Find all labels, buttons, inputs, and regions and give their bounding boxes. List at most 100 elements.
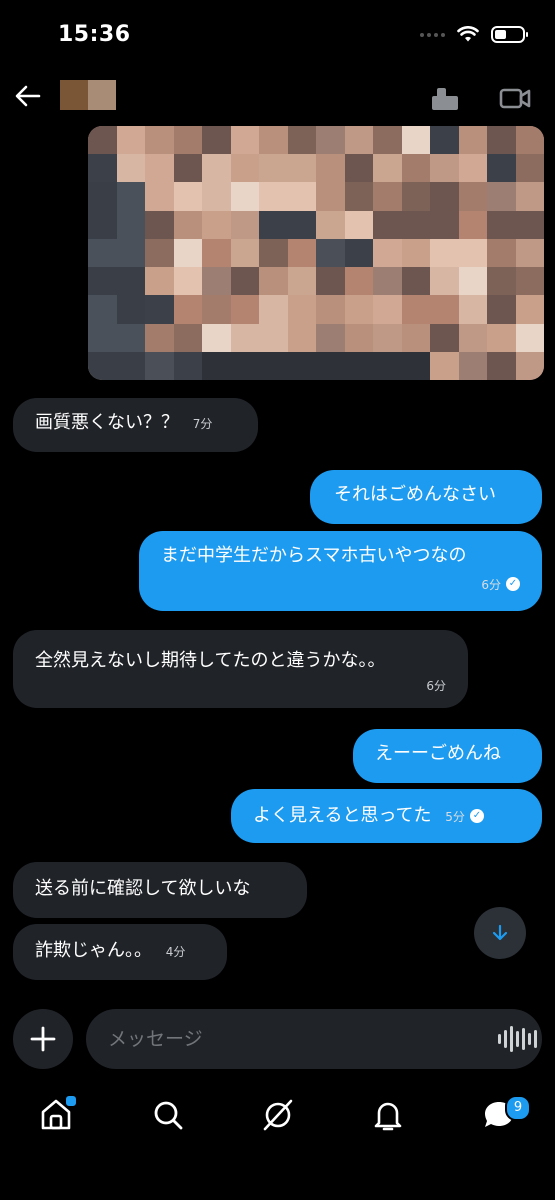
image-pixel: [401, 154, 430, 183]
image-pixel: [458, 154, 487, 183]
image-pixel: [88, 323, 117, 352]
plus-icon: [30, 1026, 56, 1052]
image-pixel: [515, 154, 544, 183]
image-pixel: [116, 210, 145, 239]
image-pixel: [259, 323, 288, 352]
message-time: 6分: [481, 578, 501, 592]
image-pixel: [316, 210, 345, 239]
image-pixel: [287, 351, 316, 380]
image-pixel: [259, 238, 288, 268]
image-pixel: [344, 210, 373, 239]
image-pixel: [487, 238, 516, 268]
image-pixel: [487, 154, 516, 183]
image-pixel: [487, 351, 516, 380]
image-pixel: [116, 267, 145, 296]
message-bubble-in[interactable]: 送る前に確認して欲しいな: [13, 862, 307, 918]
image-pixel: [401, 323, 430, 352]
image-pixel: [430, 182, 459, 211]
image-pixel: [430, 351, 459, 380]
image-pixel: [515, 210, 544, 239]
image-pixel: [458, 351, 487, 380]
image-pixel: [458, 295, 487, 324]
voice-call-icon[interactable]: [428, 84, 462, 112]
message-bubble-in[interactable]: 画質悪くない？？ 7分: [13, 398, 258, 452]
image-pixel: [202, 154, 231, 183]
avatar[interactable]: [60, 80, 116, 110]
message-bubble-in[interactable]: 詐欺じゃん。。 4分: [13, 924, 227, 980]
grok-icon[interactable]: [260, 1097, 296, 1133]
image-pixel: [202, 210, 231, 239]
image-pixel: [373, 267, 402, 296]
image-pixel: [344, 323, 373, 352]
message-bubble-in[interactable]: 全然見えないし期待してたのと違うかな。。 6分: [13, 630, 468, 708]
image-pixel: [344, 238, 373, 268]
image-pixel: [287, 126, 316, 155]
image-pixel: [202, 126, 231, 155]
image-pixel: [88, 351, 117, 380]
attached-image[interactable]: [88, 126, 544, 380]
image-pixel: [230, 238, 259, 268]
message-bubble-out[interactable]: まだ中学生だからスマホ古いやつなの 6分 ✓: [139, 531, 542, 611]
message-bubble-out[interactable]: えーーごめんね: [353, 729, 542, 783]
notifications-icon[interactable]: [370, 1097, 406, 1133]
image-pixel: [344, 351, 373, 380]
image-pixel: [230, 126, 259, 155]
image-pixel: [401, 267, 430, 296]
image-pixel: [230, 210, 259, 239]
image-pixel: [88, 154, 117, 183]
message-text: 詐欺じゃん。。: [35, 940, 152, 961]
message-time: 7分: [192, 417, 213, 431]
image-pixel: [259, 210, 288, 239]
image-pixel: [259, 182, 288, 211]
message-input[interactable]: [86, 1009, 542, 1069]
image-pixel: [430, 126, 459, 155]
image-pixel: [487, 295, 516, 324]
image-pixel: [287, 182, 316, 211]
image-pixel: [173, 323, 202, 352]
image-pixel: [430, 323, 459, 352]
image-pixel: [202, 182, 231, 211]
wifi-icon: [457, 26, 479, 42]
image-pixel: [88, 238, 117, 268]
avatar-pixel: [60, 80, 88, 110]
message-text: よく見えると思ってた: [253, 805, 432, 826]
avatar-pixel: [88, 80, 116, 110]
add-attachment-button[interactable]: [13, 1009, 73, 1069]
image-pixel: [287, 154, 316, 183]
image-pixel: [230, 182, 259, 211]
image-pixel: [259, 351, 288, 380]
image-pixel: [116, 351, 145, 380]
image-pixel: [316, 182, 345, 211]
image-pixel: [430, 267, 459, 296]
image-pixel: [373, 210, 402, 239]
image-pixel: [259, 267, 288, 296]
image-pixel: [145, 126, 174, 155]
image-pixel: [401, 210, 430, 239]
image-pixel: [145, 323, 174, 352]
image-pixel: [458, 182, 487, 211]
image-pixel: [373, 126, 402, 155]
image-pixel: [173, 182, 202, 211]
message-bubble-out[interactable]: よく見えると思ってた 5分 ✓: [231, 789, 542, 843]
back-arrow-icon[interactable]: [12, 80, 44, 112]
message-time: 4分: [165, 945, 186, 959]
video-call-icon[interactable]: [498, 84, 532, 112]
message-text: 画質悪くない？？: [35, 412, 179, 433]
voice-message-icon[interactable]: [498, 1026, 537, 1052]
image-pixel: [116, 126, 145, 155]
scroll-to-bottom-button[interactable]: [474, 907, 526, 959]
image-pixel: [230, 323, 259, 352]
image-pixel: [88, 182, 117, 211]
image-pixel: [230, 351, 259, 380]
image-pixel: [316, 238, 345, 268]
search-icon[interactable]: [150, 1097, 186, 1133]
image-pixel: [344, 126, 373, 155]
message-bubble-out[interactable]: それはごめんなさい: [310, 470, 542, 524]
image-pixel: [373, 154, 402, 183]
image-pixel: [116, 323, 145, 352]
image-pixel: [316, 351, 345, 380]
image-pixel: [515, 323, 544, 352]
image-pixel: [373, 295, 402, 324]
image-pixel: [230, 154, 259, 183]
image-pixel: [145, 295, 174, 324]
